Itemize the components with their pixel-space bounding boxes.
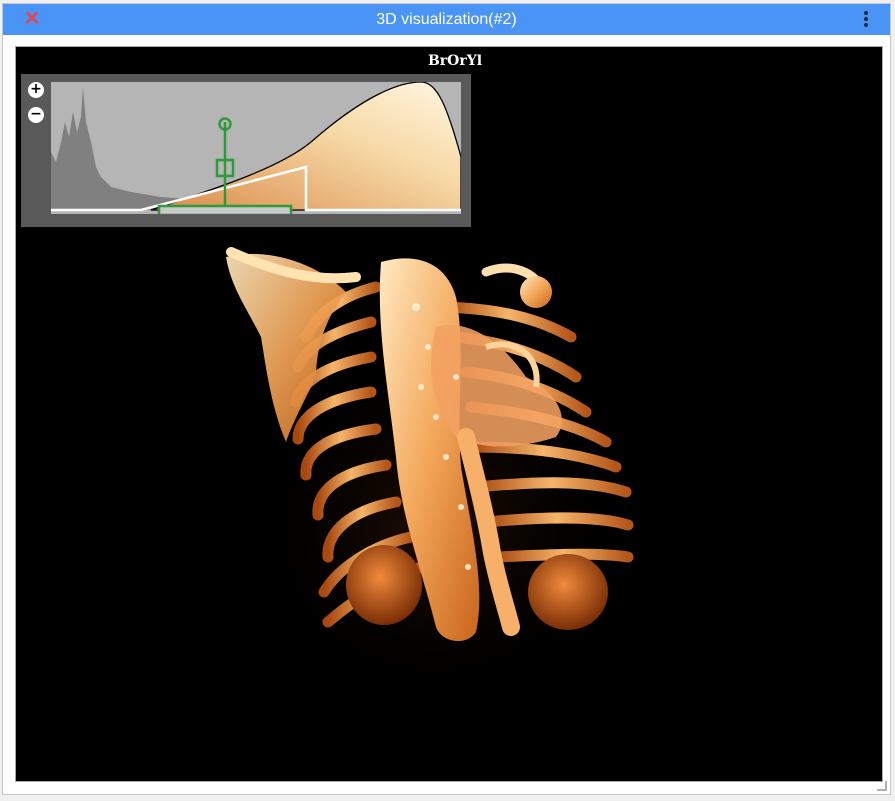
zoom-out-icon[interactable]: − (28, 107, 44, 123)
transfer-function-plot[interactable] (51, 82, 461, 214)
resize-grip[interactable] (877, 781, 887, 791)
zoom-in-icon[interactable]: + (28, 82, 44, 98)
colormap-label: BrOrYl (427, 53, 483, 69)
visualization-window: ✕ 3D visualization(#2) BrOrYl + − (2, 3, 891, 795)
3d-render-viewport[interactable]: BrOrYl + − (15, 46, 883, 782)
title-bar[interactable]: ✕ 3D visualization(#2) (3, 4, 890, 35)
width-handle[interactable] (157, 204, 293, 214)
transfer-function-editor[interactable]: + − (21, 74, 471, 227)
vertical-dots-icon[interactable] (862, 11, 870, 29)
window-title: 3D visualization(#2) (376, 11, 517, 28)
